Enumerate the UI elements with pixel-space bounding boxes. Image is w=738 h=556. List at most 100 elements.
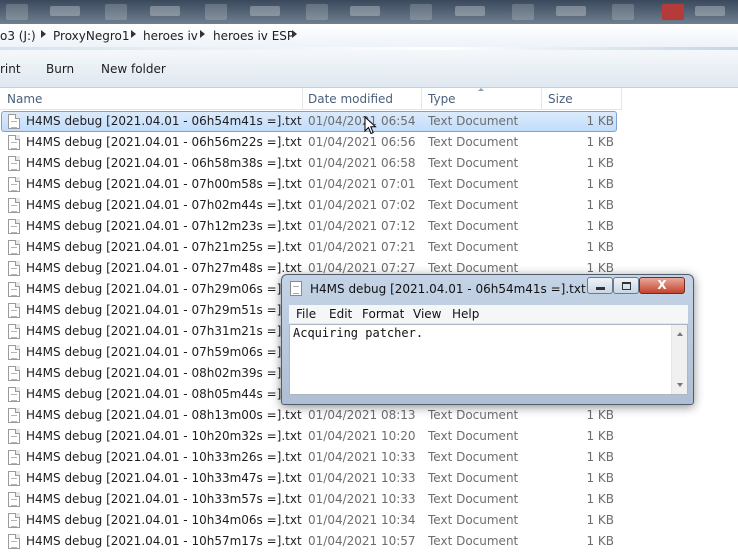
taskbar-app-icon[interactable]: [662, 4, 684, 20]
taskbar: [0, 0, 738, 24]
file-row[interactable]: H4MS debug [2021.04.01 - 07h12m23s =].tx…: [0, 216, 622, 237]
chevron-right-icon[interactable]: [292, 30, 297, 38]
file-name: H4MS debug [2021.04.01 - 10h33m57s =].tx…: [26, 492, 302, 506]
file-type: Text Document: [428, 534, 519, 548]
chevron-right-icon[interactable]: [41, 30, 46, 38]
column-header-type[interactable]: Type: [428, 92, 456, 106]
text-file-icon: [8, 198, 20, 213]
file-row[interactable]: H4MS debug [2021.04.01 - 10h20m32s =].tx…: [0, 426, 622, 447]
file-size: 1 KB: [586, 534, 614, 548]
taskbar-app-icon[interactable]: [105, 4, 127, 20]
column-divider[interactable]: [541, 88, 542, 110]
file-row[interactable]: H4MS debug [2021.04.01 - 10h33m57s =].tx…: [0, 489, 622, 510]
taskbar-app-label[interactable]: [150, 6, 180, 16]
chevron-right-icon[interactable]: [131, 30, 136, 38]
notepad-content[interactable]: Acquiring patcher.: [293, 326, 423, 340]
burn-button[interactable]: Burn: [46, 62, 74, 76]
text-file-icon: [8, 324, 20, 339]
menu-help[interactable]: Help: [452, 307, 479, 321]
file-row[interactable]: H4MS debug [2021.04.01 - 06h56m22s =].tx…: [0, 132, 622, 153]
file-name: H4MS debug [2021.04.01 - 10h20m32s =].tx…: [26, 429, 302, 443]
menu-view[interactable]: View: [413, 307, 441, 321]
file-row[interactable]: H4MS debug [2021.04.01 - 10h57m17s =].tx…: [0, 531, 622, 552]
file-name: H4MS debug [2021.04.01 - 07h27m48s =].tx…: [26, 261, 302, 275]
menu-format[interactable]: Format: [362, 307, 404, 321]
scroll-down-icon[interactable]: [677, 383, 683, 387]
file-type: Text Document: [428, 114, 519, 128]
scroll-up-icon[interactable]: [677, 332, 683, 336]
column-header-size[interactable]: Size: [548, 92, 573, 106]
taskbar-app-icon[interactable]: [612, 4, 634, 20]
close-button[interactable]: X: [639, 277, 685, 294]
file-type: Text Document: [428, 429, 519, 443]
file-row[interactable]: H4MS debug [2021.04.01 - 07h00m58s =].tx…: [0, 174, 622, 195]
maximize-button[interactable]: [613, 277, 639, 294]
column-divider[interactable]: [302, 88, 303, 110]
file-name: H4MS debug [2021.04.01 - 07h31m21s =].tx…: [26, 324, 302, 338]
taskbar-app-label[interactable]: [455, 6, 485, 16]
taskbar-app-icon[interactable]: [410, 4, 432, 20]
breadcrumb-item-drive[interactable]: o3 (J:): [0, 29, 36, 43]
menu-file[interactable]: File: [296, 307, 316, 321]
file-row[interactable]: H4MS debug [2021.04.01 - 10h33m47s =].tx…: [0, 468, 622, 489]
file-size: 1 KB: [586, 408, 614, 422]
file-row[interactable]: H4MS debug [2021.04.01 - 07h02m44s =].tx…: [0, 195, 622, 216]
column-header-name[interactable]: Name: [7, 92, 42, 106]
column-divider[interactable]: [421, 88, 422, 110]
text-file-icon: [8, 471, 20, 486]
file-row[interactable]: H4MS debug [2021.04.01 - 07h21m25s =].tx…: [0, 237, 622, 258]
file-name: H4MS debug [2021.04.01 - 10h33m26s =].tx…: [26, 450, 302, 464]
file-row[interactable]: H4MS debug [2021.04.01 - 08h13m00s =].tx…: [0, 405, 622, 426]
file-size: 1 KB: [586, 114, 614, 128]
file-date-modified: 01/04/2021 07:02: [308, 198, 416, 212]
text-file-icon: [8, 387, 20, 402]
breadcrumb-item-heroes-iv[interactable]: heroes iv: [143, 29, 198, 43]
minimize-icon: [596, 287, 605, 290]
notepad-text-area[interactable]: Acquiring patcher.: [289, 324, 688, 395]
file-name: H4MS debug [2021.04.01 - 06h58m38s =].tx…: [26, 156, 302, 170]
column-header-date-modified[interactable]: Date modified: [308, 92, 393, 106]
taskbar-app-icon[interactable]: [306, 4, 328, 20]
menu-edit[interactable]: Edit: [329, 307, 352, 321]
text-file-icon: [8, 366, 20, 381]
file-row[interactable]: H4MS debug [2021.04.01 - 10h34m06s =].tx…: [0, 510, 622, 531]
taskbar-app-label[interactable]: [50, 6, 80, 16]
file-name: H4MS debug [2021.04.01 - 06h56m22s =].tx…: [26, 135, 302, 149]
breadcrumb[interactable]: o3 (J:) ProxyNegro1 heroes iv heroes iv …: [0, 24, 738, 48]
column-divider[interactable]: [621, 88, 622, 110]
file-size: 1 KB: [586, 219, 614, 233]
file-row[interactable]: H4MS debug [2021.04.01 - 06h58m38s =].tx…: [0, 153, 622, 174]
file-row[interactable]: H4MS debug [2021.04.01 - 06h54m41s =].tx…: [0, 111, 622, 132]
breadcrumb-item-proxynegro1[interactable]: ProxyNegro1: [53, 29, 130, 43]
text-file-icon: [8, 177, 20, 192]
file-date-modified: 01/04/2021 10:33: [308, 450, 416, 464]
file-size: 1 KB: [586, 240, 614, 254]
taskbar-app-label[interactable]: [556, 6, 586, 16]
vertical-scrollbar[interactable]: [671, 325, 687, 394]
chevron-right-icon[interactable]: [200, 30, 205, 38]
text-file-icon: [8, 114, 20, 129]
text-file-icon: [8, 219, 20, 234]
file-name: H4MS debug [2021.04.01 - 08h05m44s =].tx…: [26, 387, 302, 401]
breadcrumb-item-heroes-iv-esp[interactable]: heroes iv ESP: [213, 29, 294, 43]
notepad-window: H4MS debug [2021.04.01 - 06h54m41s =].tx…: [281, 274, 694, 405]
minimize-button[interactable]: [587, 277, 613, 294]
taskbar-app-label[interactable]: [350, 6, 380, 16]
file-name: H4MS debug [2021.04.01 - 08h13m00s =].tx…: [26, 408, 302, 422]
file-row[interactable]: H4MS debug [2021.04.01 - 10h33m26s =].tx…: [0, 447, 622, 468]
print-button[interactable]: rint: [0, 62, 21, 76]
text-file-icon: [8, 240, 20, 255]
taskbar-app-label[interactable]: [695, 6, 725, 16]
taskbar-app-label[interactable]: [250, 6, 280, 16]
file-size: 1 KB: [586, 471, 614, 485]
file-type: Text Document: [428, 471, 519, 485]
taskbar-app-icon[interactable]: [6, 4, 28, 20]
taskbar-app-icon[interactable]: [205, 4, 227, 20]
text-file-icon: [8, 534, 20, 549]
text-file-icon: [8, 492, 20, 507]
file-type: Text Document: [428, 408, 519, 422]
taskbar-app-icon[interactable]: [512, 4, 534, 20]
new-folder-button[interactable]: New folder: [101, 62, 166, 76]
file-date-modified: 01/04/2021 07:01: [308, 177, 416, 191]
file-date-modified: 01/04/2021 07:12: [308, 219, 416, 233]
